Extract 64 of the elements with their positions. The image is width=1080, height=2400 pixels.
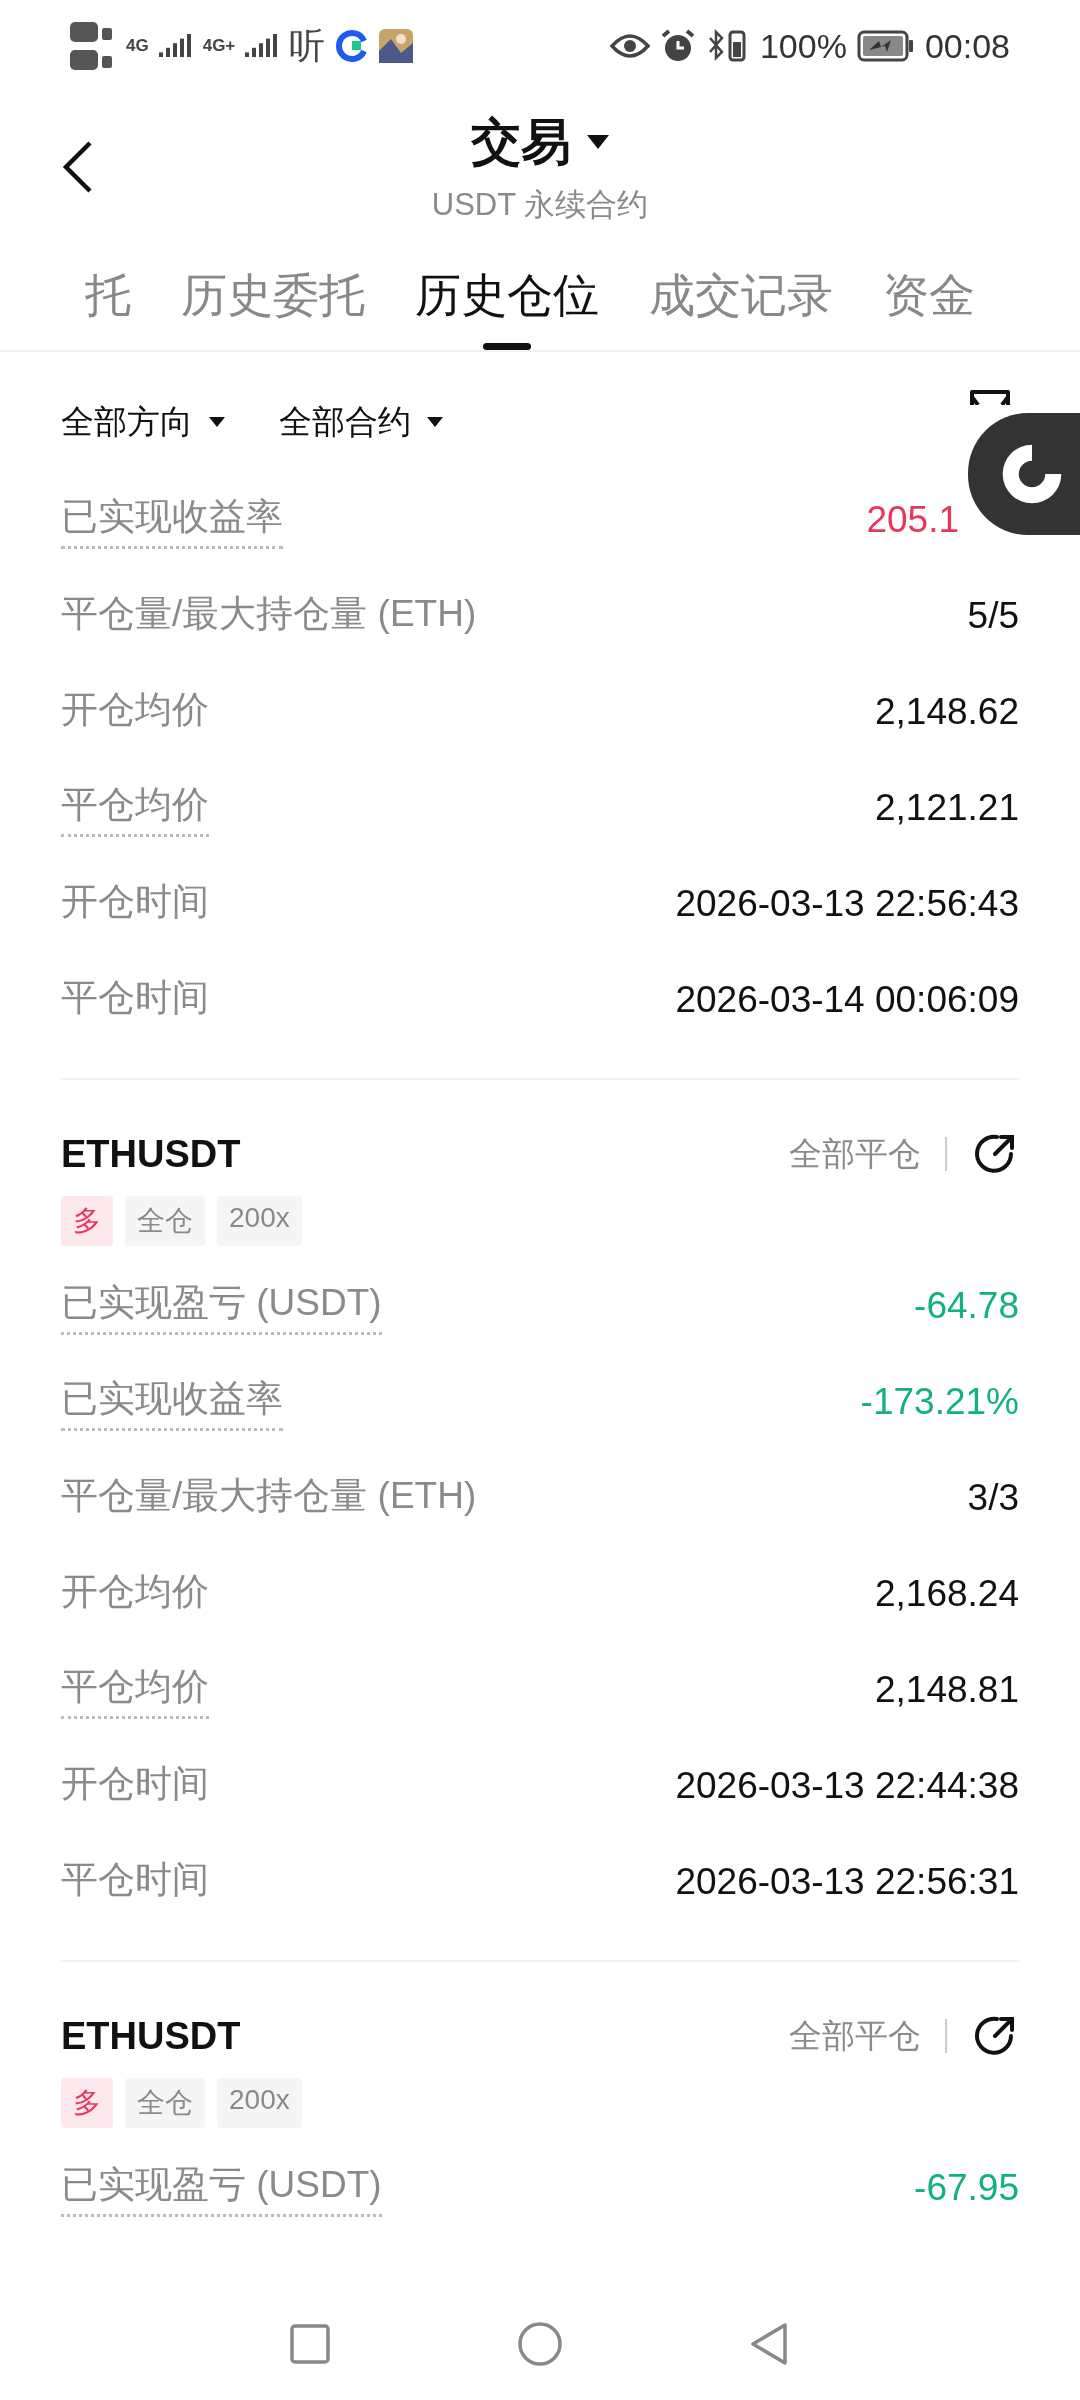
field-label[interactable]: 已实现盈亏 (USDT) xyxy=(61,1277,382,1335)
field-label[interactable]: 已实现盈亏 (USDT) xyxy=(61,2159,382,2217)
filter-dropdown[interactable]: 全部合约 xyxy=(279,399,443,445)
field-value: 2,148.81 xyxy=(874,1669,1019,1711)
eye-icon xyxy=(609,32,650,60)
page-subtitle: USDT 永续合约 xyxy=(431,185,649,224)
alarm-icon xyxy=(659,28,696,64)
field-label[interactable]: 平仓均价 xyxy=(61,1661,209,1719)
page-title[interactable]: 交易 xyxy=(471,108,571,176)
signal-icon xyxy=(245,33,280,59)
field-label: 平仓时间 xyxy=(61,976,209,1020)
position-tag: 全仓 xyxy=(125,2078,205,2128)
avatar-icon xyxy=(379,29,414,63)
field-label: 平仓量/最大持仓量 (ETH) xyxy=(61,592,477,636)
field-label: 开仓均价 xyxy=(61,1570,209,1614)
field-value: 2026-03-14 00:06:09 xyxy=(675,979,1019,1021)
field-label[interactable]: 已实现收益率 xyxy=(61,491,283,549)
field-label: 平仓时间 xyxy=(61,1858,209,1902)
tab[interactable]: 历史委托 xyxy=(181,242,365,350)
tab[interactable]: 成交记录 xyxy=(649,242,833,350)
close-all-button[interactable]: 全部平仓 xyxy=(789,1131,921,1177)
field-value: 2,168.24 xyxy=(874,1573,1019,1615)
position-tag: 多 xyxy=(61,1196,113,1246)
caret-icon[interactable] xyxy=(427,417,443,427)
tab[interactable]: 托 xyxy=(85,242,131,350)
field-label: 开仓均价 xyxy=(61,688,209,732)
field-value: 5/5 xyxy=(967,595,1019,637)
position-tag: 200x xyxy=(217,1196,302,1246)
position-tag: 全仓 xyxy=(125,1196,205,1246)
field-value: 3/3 xyxy=(967,1477,1019,1519)
symbol-name: ETHUSDT xyxy=(61,1132,241,1176)
field-label: 开仓时间 xyxy=(61,880,209,924)
position-tag: 多 xyxy=(61,2078,113,2128)
field-value: 205.1 xyxy=(866,499,959,541)
network-label: 4G xyxy=(126,36,149,56)
caret-icon[interactable] xyxy=(587,135,609,149)
field-value: 2,121.21 xyxy=(874,787,1019,829)
symbol-name: ETHUSDT xyxy=(61,2014,241,2058)
app-glyph: 听 xyxy=(289,23,326,68)
filter-dropdown[interactable]: 全部方向 xyxy=(61,399,225,445)
caret-icon[interactable] xyxy=(209,417,225,427)
field-value: 2026-03-13 22:56:31 xyxy=(675,1861,1019,1903)
signal-icon xyxy=(158,33,193,59)
field-value: -64.78 xyxy=(914,1285,1019,1327)
tab[interactable]: 历史仓位 xyxy=(415,242,599,350)
field-value: -67.95 xyxy=(914,2167,1019,2209)
field-value: 2026-03-13 22:44:38 xyxy=(675,1765,1019,1807)
battery-percent: 100% xyxy=(759,26,847,66)
field-label: 开仓时间 xyxy=(61,1762,209,1806)
tab[interactable]: 资金 xyxy=(883,242,975,350)
field-value: -173.21% xyxy=(860,1381,1019,1423)
close-all-button[interactable]: 全部平仓 xyxy=(789,2013,921,2059)
field-label[interactable]: 平仓均价 xyxy=(61,779,209,837)
clock: 00:08 xyxy=(924,26,1010,66)
field-value: 2026-03-13 22:56:43 xyxy=(675,883,1019,925)
field-label[interactable]: 已实现收益率 xyxy=(61,1373,283,1431)
app-icon xyxy=(335,29,370,63)
field-label: 平仓量/最大持仓量 (ETH) xyxy=(61,1474,477,1518)
network-label: 4G+ xyxy=(202,36,236,56)
field-value: 2,148.62 xyxy=(874,691,1019,733)
floating-assistant-button[interactable] xyxy=(968,413,1080,535)
home-icon[interactable] xyxy=(515,2319,565,2369)
position-tag: 200x xyxy=(217,2078,302,2128)
battery-charging-icon xyxy=(856,30,915,62)
